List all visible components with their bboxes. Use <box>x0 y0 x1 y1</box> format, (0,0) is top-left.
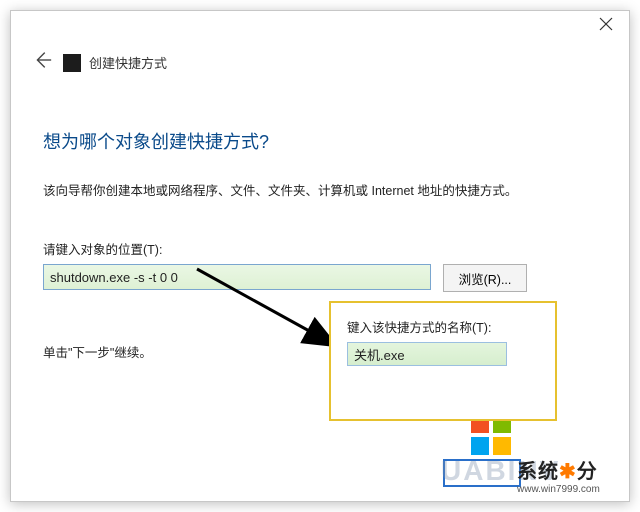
shortcut-name-input[interactable] <box>347 342 507 366</box>
titlebar <box>11 11 629 41</box>
site-url: www.win7999.com <box>517 484 629 495</box>
site-name: 系统✱分 <box>517 455 629 484</box>
header-row: 创建快捷方式 <box>11 41 629 80</box>
browse-button[interactable]: 浏览(R)... <box>443 264 527 292</box>
site-branding: 系统✱分 www.win7999.com <box>517 455 629 495</box>
asterisk-icon: ✱ <box>559 461 577 483</box>
wizard-heading: 想为哪个对象创建快捷方式? <box>43 128 597 154</box>
wizard-description: 该向导帮你创建本地或网络程序、文件、文件夹、计算机或 Internet 地址的快… <box>43 180 597 199</box>
site-name-a: 系统 <box>517 461 559 483</box>
create-shortcut-dialog: 创建快捷方式 想为哪个对象创建快捷方式? 该向导帮你创建本地或网络程序、文件、文… <box>10 10 630 502</box>
microsoft-logo-icon <box>471 415 511 455</box>
shortcut-name-label: 键入该快捷方式的名称(T): <box>347 317 539 336</box>
location-label: 请键入对象的位置(T): <box>43 239 597 258</box>
annotation-name-step: 键入该快捷方式的名称(T): <box>329 301 557 421</box>
next-button-ghost <box>443 459 521 487</box>
site-name-b: 分 <box>577 461 598 483</box>
window-title: 创建快捷方式 <box>89 53 167 72</box>
wizard-icon <box>63 54 81 72</box>
back-arrow-icon[interactable] <box>31 49 53 76</box>
close-button[interactable] <box>597 17 615 35</box>
